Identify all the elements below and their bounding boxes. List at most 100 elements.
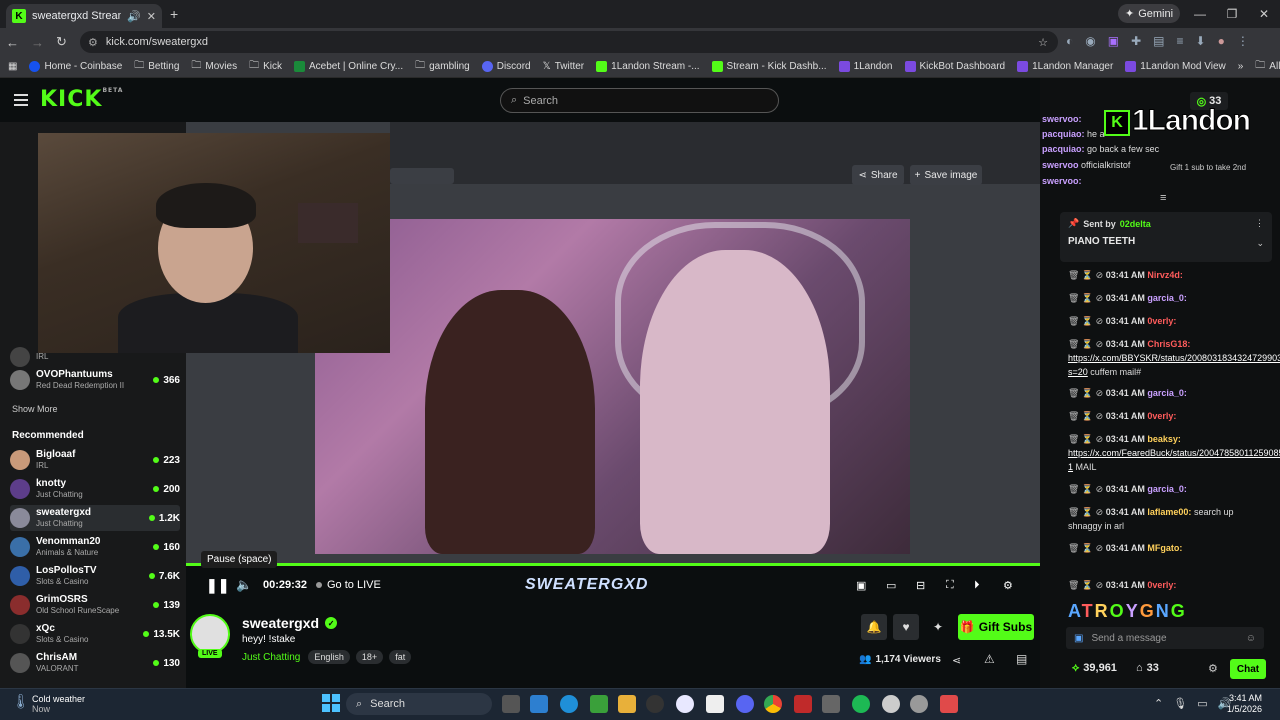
search-input[interactable]: ⌕ Search xyxy=(500,88,779,113)
xbox-icon[interactable] xyxy=(590,695,608,713)
profile-avatar[interactable]: ● xyxy=(1218,34,1225,48)
chat-username[interactable]: laflame00: xyxy=(1147,507,1191,517)
mod-icons[interactable]: 🗑 ⏳ ⊘ xyxy=(1068,388,1103,398)
mod-icons[interactable]: 🗑 ⏳ ⊘ xyxy=(1068,507,1103,517)
bookmark-item[interactable]: Home - Coinbase xyxy=(29,61,122,72)
sparkle-icon[interactable]: ✦ xyxy=(925,614,951,640)
settings-app-icon[interactable] xyxy=(822,695,840,713)
notification-bell-icon[interactable]: 🔔 xyxy=(861,614,887,640)
streamer-avatar[interactable] xyxy=(190,614,230,654)
app-icon[interactable] xyxy=(910,695,928,713)
media-icon[interactable]: ≡ xyxy=(1176,34,1183,48)
category-link[interactable]: Just Chatting xyxy=(242,652,300,663)
chat-settings-icon[interactable]: ⚙ xyxy=(1208,662,1218,675)
chrome-icon[interactable] xyxy=(764,695,782,713)
chat-username[interactable]: garcia_0: xyxy=(1147,388,1187,398)
chat-username[interactable]: swervoo: xyxy=(1042,176,1082,186)
chat-users[interactable]: ⌂ 33 xyxy=(1136,662,1159,674)
bookmark-item[interactable]: 1Landon Manager xyxy=(1017,61,1113,72)
chat-link[interactable]: https://x.com/FearedBuck/status/20047858… xyxy=(1068,448,1280,472)
tab-close-icon[interactable]: ✕ xyxy=(147,10,156,23)
chat-username[interactable]: beaksy: xyxy=(1147,434,1181,444)
sidebar-item-knotty[interactable]: knotty Just Chatting 200 xyxy=(10,476,180,502)
downloads-icon[interactable]: ⬇ xyxy=(1196,34,1206,48)
more-options-icon[interactable]: ▤ xyxy=(1016,652,1027,666)
channel-points[interactable]: ⟡ 39,961 xyxy=(1072,662,1117,675)
pip-icon[interactable]: ▣ xyxy=(856,572,866,598)
calculator-icon[interactable] xyxy=(706,695,724,713)
bookmark-item[interactable]: Discord xyxy=(481,61,531,72)
forward-icon[interactable]: → xyxy=(31,35,44,50)
bookmark-item[interactable]: 1Landon Stream -... xyxy=(596,61,700,72)
reload-icon[interactable]: ↻ xyxy=(56,34,67,50)
mod-icons[interactable]: 🗑 ⏳ ⊘ xyxy=(1068,434,1103,444)
tag-chip[interactable]: fat xyxy=(389,650,412,664)
mod-icons[interactable]: 🗑 ⏳ ⊘ xyxy=(1068,484,1103,494)
edge-icon[interactable] xyxy=(560,695,578,713)
mod-icons[interactable]: 🗑 ⏳ ⊘ xyxy=(1068,316,1103,326)
sidebar-channel[interactable]: OVOPhantuums Red Dead Redemption II 366 xyxy=(10,367,180,393)
menu-icon[interactable]: ⋮ xyxy=(1237,34,1249,48)
chat-username[interactable]: ChrisG18: xyxy=(1147,339,1190,349)
gift-subs-button[interactable]: 🎁 Gift Subs xyxy=(958,614,1034,640)
sidebar-item-sweatergxd[interactable]: sweatergxd Just Chatting 1.2K xyxy=(10,505,180,531)
chat-send-button[interactable]: Chat xyxy=(1230,659,1266,679)
clip-icon[interactable]: ⊟ xyxy=(916,572,925,598)
back-icon[interactable]: ← xyxy=(6,35,19,50)
bookmark-star-icon[interactable]: ☆ xyxy=(1038,36,1048,49)
app-icon[interactable] xyxy=(940,695,958,713)
bookmark-item[interactable]: KickBot Dashboard xyxy=(904,61,1005,72)
bookmark-folder[interactable]: 🗀 gambling xyxy=(415,58,470,75)
sidepanel-icon[interactable]: ▤ xyxy=(1153,34,1164,48)
task-view-icon[interactable] xyxy=(502,695,520,713)
chat-username[interactable]: pacquiao: xyxy=(1042,129,1085,139)
pause-icon[interactable]: ❚❚ xyxy=(206,572,229,598)
progress-bar[interactable] xyxy=(186,563,1040,566)
emoji-icon[interactable]: ☺ xyxy=(1246,633,1256,644)
sidebar-item-lospollostv[interactable]: LosPollosTV Slots & Casino 7.6K xyxy=(10,563,180,589)
sidebar-item-grimosrs[interactable]: GrimOSRS Old School RuneScape 139 xyxy=(10,592,180,618)
extension-icon[interactable]: ◐ xyxy=(1066,34,1073,48)
sidebar-item-xqc[interactable]: xQc Slots & Casino 13.5K xyxy=(10,621,180,647)
chat-username[interactable]: swervoo xyxy=(1042,160,1079,170)
hamburger-menu-icon[interactable] xyxy=(14,94,28,106)
sidebar-item-chrisam[interactable]: ChrisAM VALORANT 130 xyxy=(10,650,180,676)
chat-username[interactable]: 0verly: xyxy=(1147,411,1176,421)
volume-icon[interactable]: 🔈 xyxy=(236,572,252,598)
go-live-button[interactable]: Go to LIVE xyxy=(316,572,381,598)
bookmark-item[interactable]: Stream - Kick Dashb... xyxy=(711,61,827,72)
chat-input[interactable]: ▣ Send a message ☺ xyxy=(1066,627,1264,649)
chat-username[interactable]: garcia_0: xyxy=(1147,484,1187,494)
mod-icons[interactable]: 🗑 ⏳ ⊘ xyxy=(1068,270,1103,280)
bookmark-folder[interactable]: 🗀 Movies xyxy=(191,58,237,75)
site-info-icon[interactable]: ⚙ xyxy=(88,36,98,49)
bookmark-folder[interactable]: 🗀 Kick xyxy=(249,58,282,75)
chevron-right-icon[interactable]: » xyxy=(1238,61,1244,72)
report-icon[interactable]: ⚠ xyxy=(984,652,995,666)
chat-username[interactable]: pacquiao: xyxy=(1042,144,1085,154)
minimize-icon[interactable]: — xyxy=(1184,0,1216,28)
file-explorer-icon[interactable] xyxy=(618,695,636,713)
close-window-icon[interactable]: ✕ xyxy=(1248,0,1280,28)
bookmark-item[interactable]: 𝕏 Twitter xyxy=(543,61,585,72)
microphone-icon[interactable]: 🎙 xyxy=(1173,697,1187,710)
app-icon[interactable] xyxy=(676,695,694,713)
bookmark-folder[interactable]: 🗀 Betting xyxy=(134,58,179,75)
chevron-down-icon[interactable]: ⌄ xyxy=(1256,238,1264,249)
spotify-icon[interactable] xyxy=(852,695,870,713)
chat-username[interactable]: garcia_0: xyxy=(1147,293,1187,303)
store-icon[interactable] xyxy=(530,695,548,713)
chevron-up-icon[interactable]: ⌃ xyxy=(1154,697,1163,710)
mod-icons[interactable]: 🗑 ⏳ ⊘ xyxy=(1068,580,1103,590)
streamer-name[interactable]: sweatergxd xyxy=(242,615,319,631)
follow-heart-icon[interactable]: ♥ xyxy=(893,614,919,640)
monitor-icon[interactable]: ▭ xyxy=(1197,697,1207,710)
tab-audio-icon[interactable]: 🔊 xyxy=(127,10,141,23)
gemini-button[interactable]: ✦ Gemini xyxy=(1118,4,1180,23)
chat-username[interactable]: 0verly: xyxy=(1147,580,1176,590)
app-icon[interactable] xyxy=(646,695,664,713)
taskbar-search[interactable]: ⌕ Search xyxy=(346,693,492,715)
sidebar-item-bigloaaf[interactable]: Bigloaaf IRL 223 xyxy=(10,447,180,473)
chat-username[interactable]: swervoo: xyxy=(1042,114,1082,124)
clock[interactable]: 3:41 AM 1/5/2026 xyxy=(1226,693,1262,715)
